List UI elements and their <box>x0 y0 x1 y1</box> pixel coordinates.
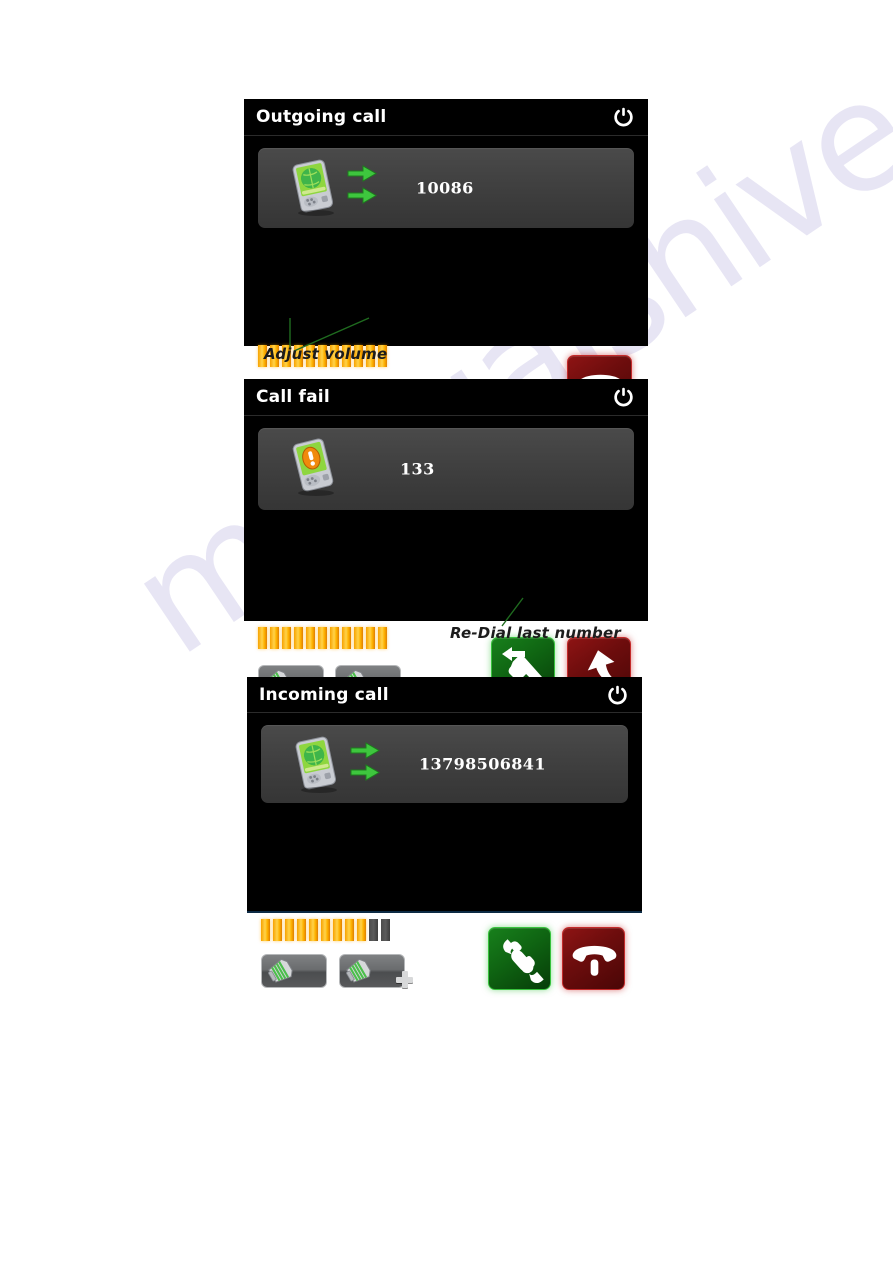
page-title: Outgoing call <box>256 107 387 127</box>
pda-globe-icon <box>285 733 347 795</box>
caller-number: 133 <box>400 459 435 479</box>
page-title: Call fail <box>256 387 330 407</box>
answer-call-icon <box>503 939 544 984</box>
titlebar: Call fail <box>244 379 648 416</box>
speaker-icon <box>267 958 296 985</box>
pda-warning-icon <box>282 436 344 498</box>
volume-level-meter <box>258 627 387 649</box>
power-icon[interactable] <box>607 684 628 705</box>
page-title: Incoming call <box>259 684 389 705</box>
power-icon[interactable] <box>613 387 634 408</box>
caller-number: 10086 <box>416 178 474 198</box>
titlebar: Incoming call <box>247 677 642 713</box>
double-green-arrow-icon <box>349 741 383 785</box>
incoming-call-screen: Incoming call 13798506841 <box>247 677 642 990</box>
annotation-redial-last-number: Re-Dial last number <box>450 624 621 642</box>
volume-down-button[interactable] <box>261 954 327 988</box>
pda-globe-icon <box>282 156 344 218</box>
caller-number-display: 10086 <box>258 148 634 228</box>
volume-level-meter <box>261 919 390 941</box>
speaker-icon <box>345 958 374 985</box>
call-fail-screen: Call fail 133 <box>244 379 648 701</box>
caller-number-display: 133 <box>258 428 634 510</box>
hangup-icon <box>572 945 617 976</box>
volume-up-button[interactable] <box>339 954 413 988</box>
hangup-button[interactable] <box>562 927 625 990</box>
annotation-adjust-volume: Adjust volume <box>264 345 388 363</box>
power-icon[interactable] <box>613 107 634 128</box>
double-green-arrow-icon <box>346 164 380 208</box>
caller-number-display: 13798506841 <box>261 725 628 803</box>
titlebar: Outgoing call <box>244 99 648 136</box>
outgoing-call-screen: Outgoing call 10086 <box>244 99 648 421</box>
answer-button[interactable] <box>488 927 551 990</box>
caller-number: 13798506841 <box>419 754 546 774</box>
